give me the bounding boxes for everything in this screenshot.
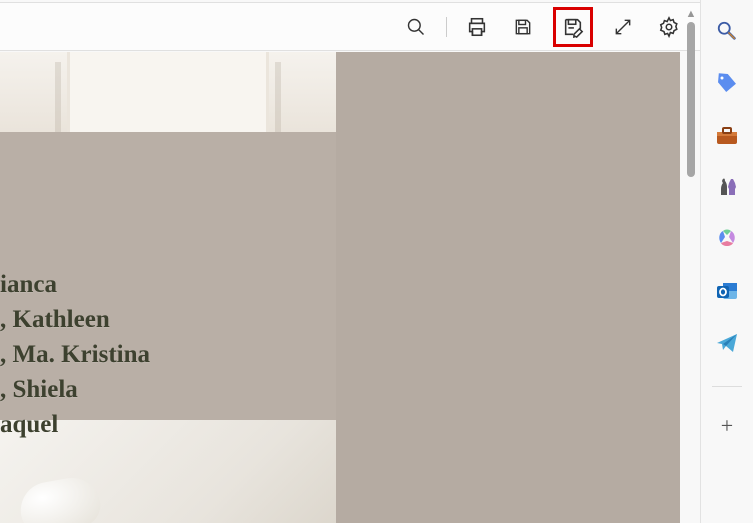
print-button[interactable]: [461, 11, 493, 43]
settings-button[interactable]: [653, 11, 685, 43]
top-photo-section: [0, 52, 336, 132]
sidepanel-add-button[interactable]: +: [714, 413, 740, 439]
sidepanel-games-icon[interactable]: [714, 174, 740, 200]
scroll-up-arrow[interactable]: ▲: [683, 8, 699, 20]
toolbar-separator: [446, 17, 447, 37]
sidepanel-search-icon[interactable]: [714, 18, 740, 44]
name-line: aquel: [0, 407, 150, 442]
fullscreen-icon: [613, 17, 633, 37]
print-icon: [466, 16, 488, 38]
name-line: ianca: [0, 267, 150, 302]
browser-side-panel: +: [700, 0, 753, 523]
sidepanel-tag-icon[interactable]: [714, 70, 740, 96]
save-edit-icon: [562, 16, 584, 38]
sidepanel-send-icon[interactable]: [714, 330, 740, 356]
names-list: ianca , Kathleen , Ma. Kristina , Shiela…: [0, 267, 150, 442]
name-line: , Shiela: [0, 372, 150, 407]
save-icon: [513, 17, 533, 37]
search-button[interactable]: [400, 11, 432, 43]
plus-icon: +: [721, 415, 733, 437]
search-icon: [406, 17, 426, 37]
gear-icon: [658, 16, 680, 38]
scroll-track[interactable]: [683, 22, 699, 187]
sidepanel-divider: [712, 386, 742, 387]
save-button[interactable]: [507, 11, 539, 43]
main-toolbar: [0, 3, 700, 51]
name-line: , Kathleen: [0, 302, 150, 337]
document-viewport: ianca , Kathleen , Ma. Kristina , Shiela…: [0, 52, 680, 523]
vertical-scrollbar[interactable]: ▲: [683, 8, 699, 518]
name-line: , Ma. Kristina: [0, 337, 150, 372]
sidepanel-outlook-icon[interactable]: [714, 278, 740, 304]
save-edit-button[interactable]: [553, 7, 593, 47]
sidepanel-copilot-icon[interactable]: [714, 226, 740, 252]
scroll-thumb[interactable]: [687, 22, 695, 177]
sidepanel-toolbox-icon[interactable]: [714, 122, 740, 148]
fullscreen-button[interactable]: [607, 11, 639, 43]
